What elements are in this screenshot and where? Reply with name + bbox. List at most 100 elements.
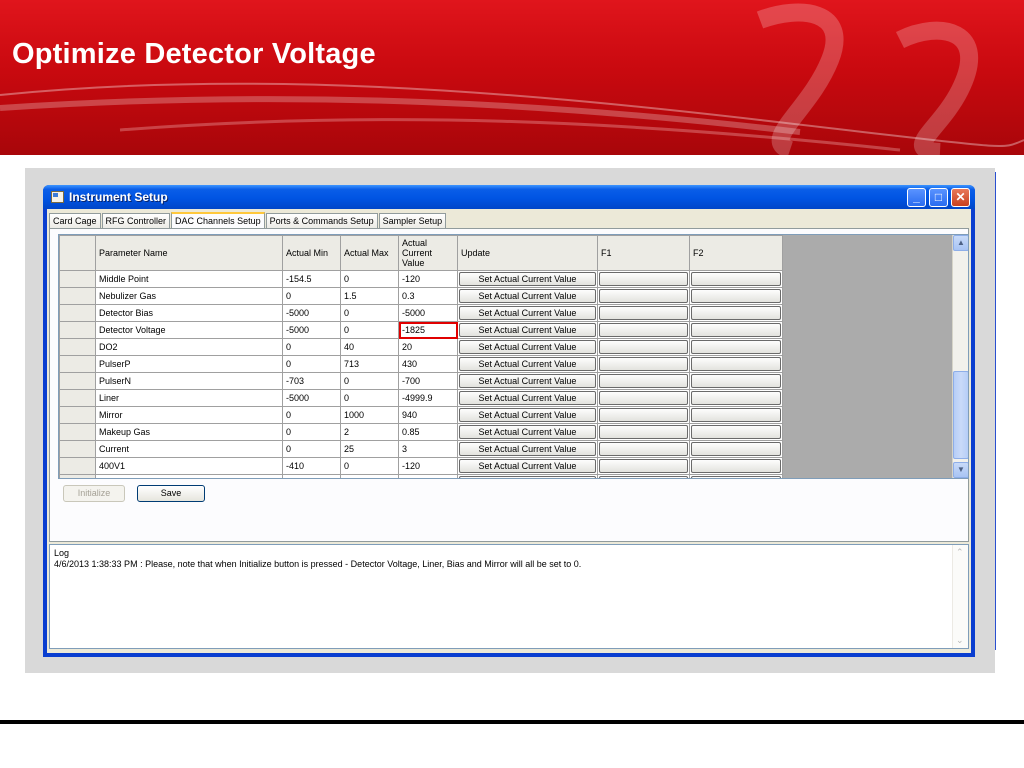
actual-max-cell[interactable]: 25 — [340, 440, 399, 458]
f1-button[interactable] — [599, 391, 688, 405]
parameter-name-cell[interactable]: Liner — [95, 389, 283, 407]
col-header-update[interactable]: Update — [457, 235, 598, 271]
set-actual-current-value-button[interactable]: Set Actual Current Value — [459, 340, 596, 354]
actual-current-value-cell[interactable]: 0.85 — [398, 423, 458, 441]
f1-button[interactable] — [599, 306, 688, 320]
actual-min-cell[interactable]: 0 — [282, 423, 341, 441]
f1-button[interactable] — [599, 272, 688, 286]
table-row[interactable]: Middle Point -154.5 0 -120 Set Actual Curren… — [59, 270, 783, 288]
actual-current-value-cell[interactable]: -120 — [398, 270, 458, 288]
actual-min-cell[interactable]: 0 — [282, 355, 341, 373]
actual-max-cell[interactable]: 0 — [340, 321, 399, 339]
f1-button[interactable] — [599, 459, 688, 473]
f2-button[interactable] — [691, 459, 781, 473]
save-button[interactable]: Save — [137, 485, 205, 502]
f2-button[interactable] — [691, 476, 781, 478]
table-row[interactable]: PulserP 0 713 430 Set Actual Current Value — [59, 355, 783, 373]
row-header-cell[interactable] — [59, 406, 96, 424]
scroll-thumb[interactable] — [953, 371, 968, 459]
table-row[interactable]: Mirror 0 1000 940 Set Actual Current Value — [59, 406, 783, 424]
row-header-cell[interactable] — [59, 321, 96, 339]
f1-button[interactable] — [599, 374, 688, 388]
table-row[interactable]: Current 0 25 3 Set Actual Current Value — [59, 440, 783, 458]
set-actual-current-value-button[interactable]: Set Actual Current Value — [459, 306, 596, 320]
parameter-name-cell[interactable]: Detector Voltage — [95, 321, 283, 339]
actual-max-cell[interactable]: 0 — [340, 457, 399, 475]
parameter-name-cell[interactable]: Middle Point — [95, 270, 283, 288]
parameter-name-cell[interactable]: Makeup Gas — [95, 423, 283, 441]
scroll-up-icon[interactable]: ▲ — [953, 235, 968, 251]
actual-min-cell[interactable]: 0 — [282, 338, 341, 356]
tab-rfg-controller[interactable]: RFG Controller — [101, 213, 171, 228]
actual-current-value-cell[interactable]: -700 — [398, 372, 458, 390]
f1-button[interactable] — [599, 340, 688, 354]
f2-button[interactable] — [691, 425, 781, 439]
log-vertical-scrollbar[interactable]: ⌃ ⌄ — [952, 545, 968, 648]
scroll-down-icon[interactable]: ▼ — [953, 462, 968, 478]
initialize-button[interactable]: Initialize — [63, 485, 125, 502]
actual-current-value-cell[interactable]: -120 — [398, 457, 458, 475]
actual-max-cell[interactable]: 0 — [340, 372, 399, 390]
set-actual-current-value-button[interactable]: Set Actual Current Value — [459, 476, 596, 478]
actual-min-cell[interactable]: -209 — [282, 474, 341, 478]
actual-current-value-cell[interactable]: 940 — [398, 406, 458, 424]
parameter-name-cell[interactable]: PulserP — [95, 355, 283, 373]
col-header-actual-min[interactable]: Actual Min — [282, 235, 341, 271]
actual-min-cell[interactable]: -703 — [282, 372, 341, 390]
actual-max-cell[interactable]: 1000 — [340, 406, 399, 424]
table-row[interactable]: DO2 0 40 20 Set Actual Current Value — [59, 338, 783, 356]
actual-current-value-cell[interactable]: -4999.9 — [398, 389, 458, 407]
actual-current-value-cell[interactable]: -5000 — [398, 304, 458, 322]
tab-sampler-setup[interactable]: Sampler Setup — [378, 213, 447, 228]
actual-min-cell[interactable]: 0 — [282, 440, 341, 458]
parameter-name-cell[interactable]: Slit — [95, 474, 283, 478]
log-scroll-down-icon[interactable]: ⌄ — [956, 635, 964, 646]
table-row[interactable]: Makeup Gas 0 2 0.85 Set Actual Current Value — [59, 423, 783, 441]
table-row[interactable]: Slit-2090-120Set Actual Current Value — [59, 474, 783, 478]
table-row[interactable]: Detector Bias -5000 0 -5000 Set Actual Curre… — [59, 304, 783, 322]
actual-max-cell[interactable]: 40 — [340, 338, 399, 356]
set-actual-current-value-button[interactable]: Set Actual Current Value — [459, 442, 596, 456]
row-header-cell[interactable] — [59, 372, 96, 390]
set-actual-current-value-button[interactable]: Set Actual Current Value — [459, 357, 596, 371]
actual-max-cell[interactable]: 0 — [340, 270, 399, 288]
actual-max-cell[interactable]: 0 — [340, 389, 399, 407]
set-actual-current-value-button[interactable]: Set Actual Current Value — [459, 323, 596, 337]
set-actual-current-value-button[interactable]: Set Actual Current Value — [459, 272, 596, 286]
f1-button[interactable] — [599, 408, 688, 422]
row-header-cell[interactable] — [59, 270, 96, 288]
actual-current-value-cell[interactable]: 430 — [398, 355, 458, 373]
tab-card-cage[interactable]: Card Cage — [49, 213, 101, 228]
f1-button[interactable] — [599, 357, 688, 371]
row-header-cell[interactable] — [59, 457, 96, 475]
f2-button[interactable] — [691, 374, 781, 388]
f2-button[interactable] — [691, 272, 781, 286]
set-actual-current-value-button[interactable]: Set Actual Current Value — [459, 374, 596, 388]
actual-current-value-cell[interactable]: -1825 — [398, 321, 458, 339]
log-scroll-up-icon[interactable]: ⌃ — [956, 547, 964, 558]
actual-max-cell[interactable]: 1.5 — [340, 287, 399, 305]
table-row[interactable]: 400V1 -410 0 -120 Set Actual Current Value — [59, 457, 783, 475]
set-actual-current-value-button[interactable]: Set Actual Current Value — [459, 459, 596, 473]
parameter-name-cell[interactable]: DO2 — [95, 338, 283, 356]
set-actual-current-value-button[interactable]: Set Actual Current Value — [459, 289, 596, 303]
set-actual-current-value-button[interactable]: Set Actual Current Value — [459, 408, 596, 422]
f1-button[interactable] — [599, 425, 688, 439]
row-header-cell[interactable] — [59, 287, 96, 305]
actual-min-cell[interactable]: -5000 — [282, 304, 341, 322]
actual-min-cell[interactable]: 0 — [282, 287, 341, 305]
col-header-actual-max[interactable]: Actual Max — [340, 235, 399, 271]
actual-min-cell[interactable]: -410 — [282, 457, 341, 475]
table-row[interactable]: Detector Voltage -5000 0 -1825 Set Actual Cu… — [59, 321, 783, 339]
actual-max-cell[interactable]: 713 — [340, 355, 399, 373]
minimize-button[interactable]: _ — [907, 188, 926, 207]
parameter-name-cell[interactable]: Nebulizer Gas — [95, 287, 283, 305]
f1-button[interactable] — [599, 476, 688, 478]
row-header-cell[interactable] — [59, 304, 96, 322]
parameter-name-cell[interactable]: Detector Bias — [95, 304, 283, 322]
f1-button[interactable] — [599, 289, 688, 303]
f2-button[interactable] — [691, 357, 781, 371]
col-header-actual-current-value[interactable]: Actual Current Value — [398, 235, 458, 271]
row-header-cell[interactable] — [59, 338, 96, 356]
f1-button[interactable] — [599, 442, 688, 456]
